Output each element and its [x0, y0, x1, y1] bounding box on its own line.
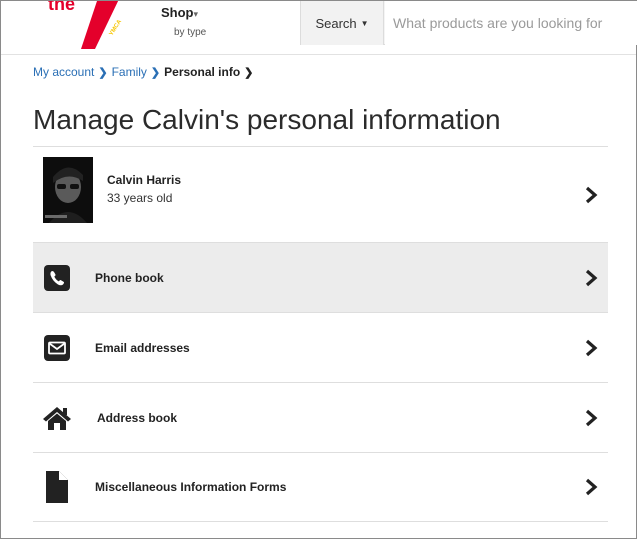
search-bar: Search ▼: [300, 1, 637, 45]
brand-logo[interactable]: the YMCA: [37, 1, 127, 49]
profile-age: 33 years old: [107, 191, 173, 205]
menu-item-label: Phone book: [95, 270, 164, 285]
chevron-right-icon: [585, 478, 598, 496]
menu-item-phone-book[interactable]: Phone book: [33, 242, 608, 312]
menu-item-label: Email addresses: [95, 340, 190, 355]
menu-item-email-addresses[interactable]: Email addresses: [33, 312, 608, 382]
chevron-right-icon: [585, 186, 598, 203]
file-icon: [41, 471, 73, 503]
shop-label: Shop: [161, 5, 194, 20]
menu-item-address-book[interactable]: Address book: [33, 382, 608, 452]
breadcrumb-my-account[interactable]: My account: [33, 65, 94, 79]
envelope-icon: [41, 332, 73, 364]
menu-item-misc-forms[interactable]: Miscellaneous Information Forms: [33, 452, 608, 522]
shop-sublabel: by type: [174, 27, 207, 38]
chevron-right-icon: ❯: [98, 66, 108, 79]
search-category-button[interactable]: Search ▼: [301, 1, 384, 45]
phone-icon: [41, 262, 73, 294]
breadcrumb-family[interactable]: Family: [112, 65, 147, 79]
logo-text: the: [48, 1, 75, 14]
chevron-right-icon: [585, 409, 598, 426]
chevron-right-icon: ❯: [150, 66, 161, 79]
caret-down-icon: ▼: [360, 18, 369, 28]
profile-row[interactable]: Calvin Harris 33 years old: [33, 146, 608, 242]
avatar: [43, 157, 93, 223]
breadcrumb-current: Personal info: [164, 65, 241, 79]
search-input[interactable]: [385, 1, 637, 45]
page-title: Manage Calvin's personal information: [33, 104, 501, 135]
home-icon: [41, 402, 73, 434]
menu-item-label: Address book: [97, 410, 178, 425]
chevron-right-icon: [585, 269, 598, 286]
profile-name: Calvin Harris: [107, 173, 182, 187]
chevron-right-icon: ❯: [244, 66, 254, 79]
search-button-label: Search: [315, 15, 357, 31]
chevron-right-icon: [585, 339, 598, 356]
site-header: the YMCA Shop▾ by type Search ▼: [1, 1, 637, 55]
shop-menu[interactable]: Shop▾: [161, 5, 198, 20]
breadcrumb: My account ❯ Family ❯ Personal info ❯: [33, 65, 253, 79]
menu-item-label: Miscellaneous Information Forms: [95, 480, 287, 494]
info-list: Calvin Harris 33 years old Phone book Em…: [33, 146, 608, 522]
caret-down-icon: ▾: [193, 9, 199, 19]
